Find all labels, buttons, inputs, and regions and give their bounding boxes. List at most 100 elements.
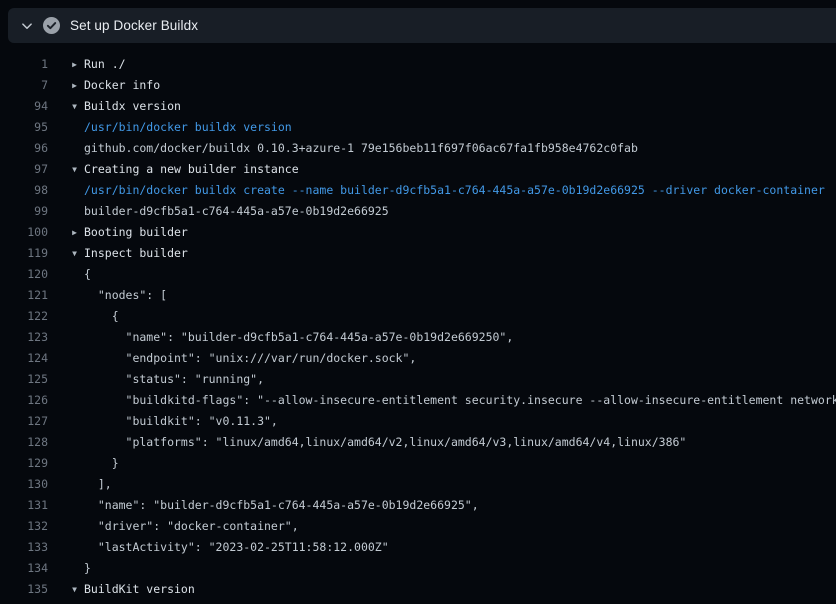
line-number[interactable]: 128 bbox=[0, 432, 48, 453]
arrow-spacer bbox=[48, 201, 84, 222]
arrow-spacer bbox=[48, 453, 84, 474]
arrow-spacer bbox=[48, 285, 84, 306]
chevron-right-icon[interactable]: ▶ bbox=[48, 222, 84, 243]
line-number[interactable]: 126 bbox=[0, 390, 48, 411]
line-number[interactable]: 95 bbox=[0, 117, 48, 138]
arrow-spacer bbox=[48, 411, 84, 432]
arrow-spacer bbox=[48, 180, 84, 201]
group-title: Run ./ bbox=[84, 54, 126, 75]
log-group-row[interactable]: 135▼BuildKit version bbox=[0, 579, 836, 600]
log-group-row[interactable]: 119▼Inspect builder bbox=[0, 243, 836, 264]
output-text: } bbox=[84, 558, 91, 579]
output-text: "driver": "docker-container", bbox=[84, 516, 299, 537]
log-row: 129 } bbox=[0, 453, 836, 474]
output-text: "platforms": "linux/amd64,linux/amd64/v2… bbox=[84, 432, 686, 453]
log-row: 128 "platforms": "linux/amd64,linux/amd6… bbox=[0, 432, 836, 453]
output-text: "name": "builder-d9cfb5a1-c764-445a-a57e… bbox=[84, 495, 479, 516]
chevron-down-icon[interactable]: ▼ bbox=[48, 579, 84, 600]
log-row: 130 ], bbox=[0, 474, 836, 495]
log-row: 136 builder-d9cfb5a1-c764-445a-a57e-0b19d… bbox=[0, 600, 836, 604]
output-text: "buildkitd-flags": "--allow-insecure-ent… bbox=[84, 390, 836, 411]
chevron-down-icon[interactable]: ▼ bbox=[48, 96, 84, 117]
line-number[interactable]: 125 bbox=[0, 369, 48, 390]
log-group-row[interactable]: 7▶Docker info bbox=[0, 75, 836, 96]
line-number[interactable]: 121 bbox=[0, 285, 48, 306]
arrow-spacer bbox=[48, 117, 84, 138]
log-row: 121 "nodes": [ bbox=[0, 285, 836, 306]
line-number[interactable]: 132 bbox=[0, 516, 48, 537]
output-text: "endpoint": "unix:///var/run/docker.sock… bbox=[84, 348, 416, 369]
group-title: BuildKit version bbox=[84, 579, 195, 600]
log-row: 126 "buildkitd-flags": "--allow-insecure… bbox=[0, 390, 836, 411]
output-text: builder-d9cfb5a1-c764-445a-a57e-0b19d2e6… bbox=[84, 600, 458, 604]
line-number[interactable]: 124 bbox=[0, 348, 48, 369]
log-lines: 1▶Run ./7▶Docker info94▼Buildx version95… bbox=[0, 43, 836, 604]
log-row: 99 builder-d9cfb5a1-c764-445a-a57e-0b19d2… bbox=[0, 201, 836, 222]
arrow-spacer bbox=[48, 327, 84, 348]
line-number[interactable]: 99 bbox=[0, 201, 48, 222]
arrow-spacer bbox=[48, 306, 84, 327]
line-number[interactable]: 131 bbox=[0, 495, 48, 516]
log-group-row[interactable]: 97▼Creating a new builder instance bbox=[0, 159, 836, 180]
log-row: 123 "name": "builder-d9cfb5a1-c764-445a-… bbox=[0, 327, 836, 348]
line-number[interactable]: 122 bbox=[0, 306, 48, 327]
line-number[interactable]: 133 bbox=[0, 537, 48, 558]
arrow-spacer bbox=[48, 369, 84, 390]
output-text: "buildkit": "v0.11.3", bbox=[84, 411, 278, 432]
output-text: "lastActivity": "2023-02-25T11:58:12.000… bbox=[84, 537, 389, 558]
step-header-set-up-docker-buildx[interactable]: Set up Docker Buildx bbox=[8, 8, 836, 43]
chevron-right-icon[interactable]: ▶ bbox=[48, 75, 84, 96]
line-number[interactable]: 94 bbox=[0, 96, 48, 117]
arrow-spacer bbox=[48, 390, 84, 411]
output-text: github.com/docker/buildx 0.10.3+azure-1 … bbox=[84, 138, 638, 159]
line-number[interactable]: 127 bbox=[0, 411, 48, 432]
line-number[interactable]: 120 bbox=[0, 264, 48, 285]
output-text: "nodes": [ bbox=[84, 285, 167, 306]
output-text: builder-d9cfb5a1-c764-445a-a57e-0b19d2e6… bbox=[84, 201, 389, 222]
line-number[interactable]: 1 bbox=[0, 54, 48, 75]
log-group-row[interactable]: 100▶Booting builder bbox=[0, 222, 836, 243]
arrow-spacer bbox=[48, 474, 84, 495]
line-number[interactable]: 98 bbox=[0, 180, 48, 201]
log-row: 120{ bbox=[0, 264, 836, 285]
chevron-right-icon[interactable]: ▶ bbox=[48, 54, 84, 75]
line-number[interactable]: 130 bbox=[0, 474, 48, 495]
line-number[interactable]: 97 bbox=[0, 159, 48, 180]
log-group-row[interactable]: 1▶Run ./ bbox=[0, 54, 836, 75]
group-title: Inspect builder bbox=[84, 243, 188, 264]
chevron-down-icon[interactable]: ▼ bbox=[48, 243, 84, 264]
arrow-spacer bbox=[48, 138, 84, 159]
arrow-spacer bbox=[48, 558, 84, 579]
arrow-spacer bbox=[48, 264, 84, 285]
line-number[interactable]: 7 bbox=[0, 75, 48, 96]
line-number[interactable]: 129 bbox=[0, 453, 48, 474]
log-row: 134} bbox=[0, 558, 836, 579]
arrow-spacer bbox=[48, 348, 84, 369]
chevron-down-icon[interactable] bbox=[21, 20, 33, 32]
arrow-spacer bbox=[48, 495, 84, 516]
log-row: 124 "endpoint": "unix:///var/run/docker.… bbox=[0, 348, 836, 369]
log-row: 95/usr/bin/docker buildx version bbox=[0, 117, 836, 138]
line-number[interactable]: 134 bbox=[0, 558, 48, 579]
line-number[interactable]: 96 bbox=[0, 138, 48, 159]
group-title: Booting builder bbox=[84, 222, 188, 243]
arrow-spacer bbox=[48, 516, 84, 537]
line-number[interactable]: 135 bbox=[0, 579, 48, 600]
step-title: Set up Docker Buildx bbox=[70, 18, 198, 33]
output-text: } bbox=[84, 453, 119, 474]
arrow-spacer bbox=[48, 600, 84, 604]
log-row: 96 github.com/docker/buildx 0.10.3+azure-… bbox=[0, 138, 836, 159]
command-text: /usr/bin/docker buildx create --name bui… bbox=[84, 180, 825, 201]
line-number[interactable]: 136 bbox=[0, 600, 48, 604]
chevron-down-icon[interactable]: ▼ bbox=[48, 159, 84, 180]
check-circle-icon bbox=[43, 17, 60, 34]
log-row: 133 "lastActivity": "2023-02-25T11:58:12… bbox=[0, 537, 836, 558]
log-row: 98/usr/bin/docker buildx create --name b… bbox=[0, 180, 836, 201]
line-number[interactable]: 100 bbox=[0, 222, 48, 243]
log-row: 127 "buildkit": "v0.11.3", bbox=[0, 411, 836, 432]
line-number[interactable]: 123 bbox=[0, 327, 48, 348]
log-row: 122 { bbox=[0, 306, 836, 327]
log-group-row[interactable]: 94▼Buildx version bbox=[0, 96, 836, 117]
line-number[interactable]: 119 bbox=[0, 243, 48, 264]
group-title: Buildx version bbox=[84, 96, 181, 117]
